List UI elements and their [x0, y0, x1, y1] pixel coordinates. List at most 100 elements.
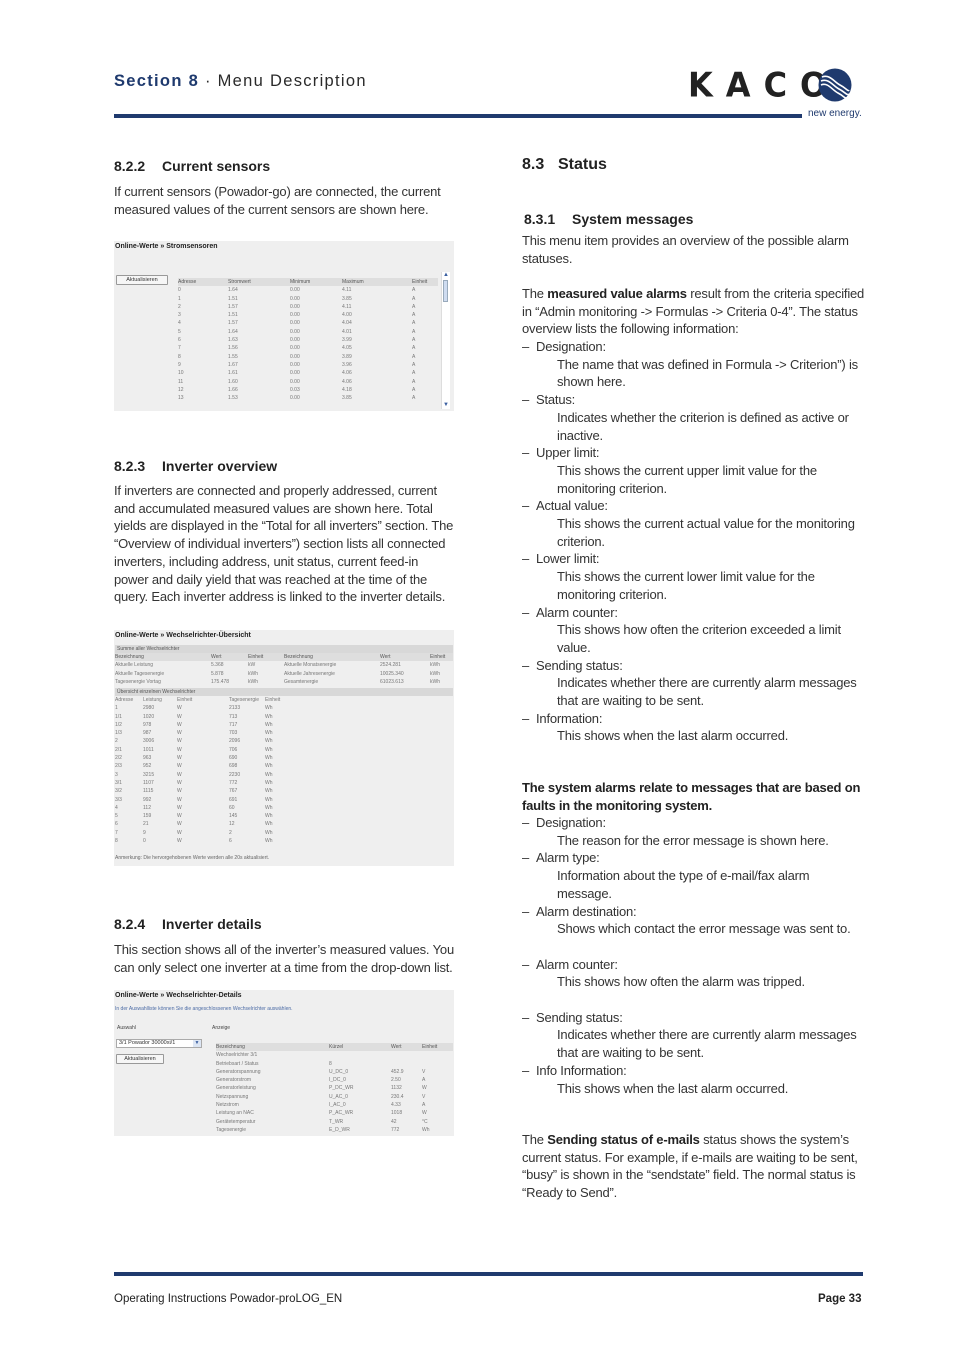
table-cell: 703: [229, 730, 238, 737]
table-cell: Tagesenergie: [216, 1126, 247, 1133]
table-cell: 8: [115, 838, 118, 845]
table-cell: 5: [115, 813, 118, 820]
table-cell: 1018: [391, 1110, 403, 1117]
list-term: Sending status:: [536, 1009, 623, 1025]
table-cell: 0.00: [290, 328, 300, 335]
system-alarms-list: Designation: The reason for the error mes…: [522, 814, 867, 1097]
scroll-down-icon[interactable]: ▼: [442, 402, 450, 409]
table-cell: 1107: [143, 779, 154, 786]
screenshot-title: Online-Werte » Wechselrichter-Übersicht: [115, 632, 251, 639]
table-cell: 2524.281: [380, 662, 401, 669]
table-cell: A: [412, 287, 416, 294]
table-cell: Leistung an NAC: [216, 1110, 254, 1117]
list-description: This shows the current lower limit value…: [557, 569, 815, 602]
list-item: Designation: The reason for the error mes…: [522, 814, 867, 849]
scroll-up-icon[interactable]: ▲: [442, 272, 450, 279]
table-cell: 0.00: [290, 337, 300, 344]
table-cell: Generatorstrom: [216, 1077, 252, 1084]
table-cell: Wh: [265, 738, 273, 745]
table-cell: 3006: [143, 738, 155, 745]
table-row: 2/1 1011 W 706 Wh: [115, 746, 315, 754]
list-description: This shows how often the criterion excee…: [557, 622, 841, 655]
table-cell: Wh: [265, 721, 273, 728]
table-cell: 1/3: [115, 730, 122, 737]
table-cell: A: [412, 370, 416, 377]
column-header: Einheit: [430, 654, 446, 660]
table-cell: 3.85: [342, 395, 352, 402]
table-cell: Wh: [265, 838, 273, 845]
table-cell: 952: [143, 763, 152, 770]
table-cell: A: [412, 353, 416, 360]
list-item: Alarm counter: This shows how often the a…: [522, 956, 867, 991]
table-cell: Wh: [265, 796, 273, 803]
table-row: Generatorstrom I_DC_0 2.50 A: [216, 1076, 453, 1084]
column-header: Einheit: [412, 279, 428, 285]
table-cell: 7: [115, 829, 118, 836]
select-label: Auswahl: [117, 1025, 136, 1031]
measured-value-alarms-list: Designation: The name that was defined in…: [522, 338, 867, 745]
table-cell: 2: [115, 738, 118, 745]
table-cell: 1: [115, 705, 118, 712]
table-cell: 1115: [143, 788, 154, 795]
header-rule: [114, 114, 802, 118]
sum-section-heading: Summe aller Wechselrichter: [115, 645, 453, 653]
screenshot-current-sensors: Online-Werte » Stromsensoren Aktualisier…: [114, 241, 454, 411]
screenshot-title: Online-Werte » Wechselrichter-Details: [115, 992, 242, 999]
table-cell: 1.51: [228, 312, 238, 319]
list-item: Status:Indicates whether the criterion i…: [522, 391, 867, 444]
table-cell: I_AC_0: [329, 1102, 346, 1109]
list-term: Alarm destination:: [536, 903, 637, 919]
scroll-thumb[interactable]: [443, 280, 448, 302]
table-row: 1/3 987 W 703 Wh: [115, 729, 315, 737]
table-row: 3 3215 W 2230 Wh: [115, 771, 315, 779]
table-header-row: Bezeichnung Kürzel Wert Einheit: [216, 1043, 453, 1052]
table-cell: 2: [229, 829, 232, 836]
table-row: 2/3 952 W 698 Wh: [115, 762, 315, 770]
table-cell: Wh: [265, 713, 273, 720]
column-header: Maximum: [342, 279, 364, 285]
list-item: Alarm type: Information about the type of…: [522, 849, 867, 902]
table-cell: 10: [178, 370, 184, 377]
update-note: Anmerkung: Die hervorgehobenen Werte wer…: [115, 855, 270, 861]
table-row: 6 1.63 0.00 3.99 A: [178, 336, 438, 344]
table-row: 8 0 W 6 Wh: [115, 837, 315, 845]
footer-doc-title: Operating Instructions Powador-proLOG_EN: [114, 1293, 343, 1305]
table-cell: 112: [143, 804, 151, 811]
table-cell: 0.03: [290, 386, 300, 393]
table-cell: A: [412, 395, 416, 402]
inverter-overview-text: If inverters are connected and properly …: [114, 483, 454, 605]
footer-rule: [114, 1272, 863, 1276]
table-cell: Aktuelle Jahresenergie: [284, 670, 335, 677]
chevron-down-icon[interactable]: ▼: [193, 1040, 201, 1047]
tagline: new energy.: [808, 108, 862, 119]
table-cell: W: [177, 721, 182, 728]
table-cell: 1.55: [228, 353, 238, 360]
table-header-row: Adresse Stromwert Minimum Maximum Einheit: [178, 278, 438, 287]
table-cell: 11: [178, 378, 184, 385]
inverter-select[interactable]: 3/1 Powador 30000xi/1 ▼: [116, 1039, 202, 1048]
sending-status-text: The Sending status of e-mails status sho…: [522, 1132, 858, 1201]
list-term: Upper limit:: [536, 445, 600, 461]
table-cell: 145: [229, 813, 238, 820]
table-cell: P_AC_WR: [329, 1110, 354, 1117]
refresh-button[interactable]: Aktualisieren: [116, 1054, 164, 1064]
system-alarms-heading: The system alarms relate to messages tha…: [522, 780, 861, 813]
list-description: This shows the current upper limit value…: [557, 462, 817, 496]
table-row: 3 1.51 0.00 4.00 A: [178, 311, 438, 319]
table-cell: 2230: [229, 771, 241, 778]
table-cell: Generatorleistung: [216, 1085, 256, 1092]
table-cell: 1.64: [228, 287, 238, 294]
display-label: Anzeige: [212, 1025, 231, 1031]
table-row: Leistung an NAC P_AC_WR 1018 W: [216, 1109, 453, 1117]
list-item: Alarm destination: Shows which contact th…: [522, 903, 867, 938]
table-cell: kWh: [430, 662, 440, 669]
list-description: This shows when the last alarm occurred.: [557, 1080, 789, 1096]
refresh-button[interactable]: Aktualisieren: [116, 275, 168, 285]
table-cell: 4: [115, 804, 118, 811]
list-description: This shows when the last alarm occurred.: [557, 728, 789, 744]
table-cell: 5.368: [211, 662, 224, 669]
table-cell: Gesamtenergie: [284, 678, 319, 685]
scrollbar[interactable]: ▲ ▼: [441, 272, 450, 409]
table-cell: 0.00: [290, 295, 300, 302]
table-cell: W: [177, 838, 182, 845]
